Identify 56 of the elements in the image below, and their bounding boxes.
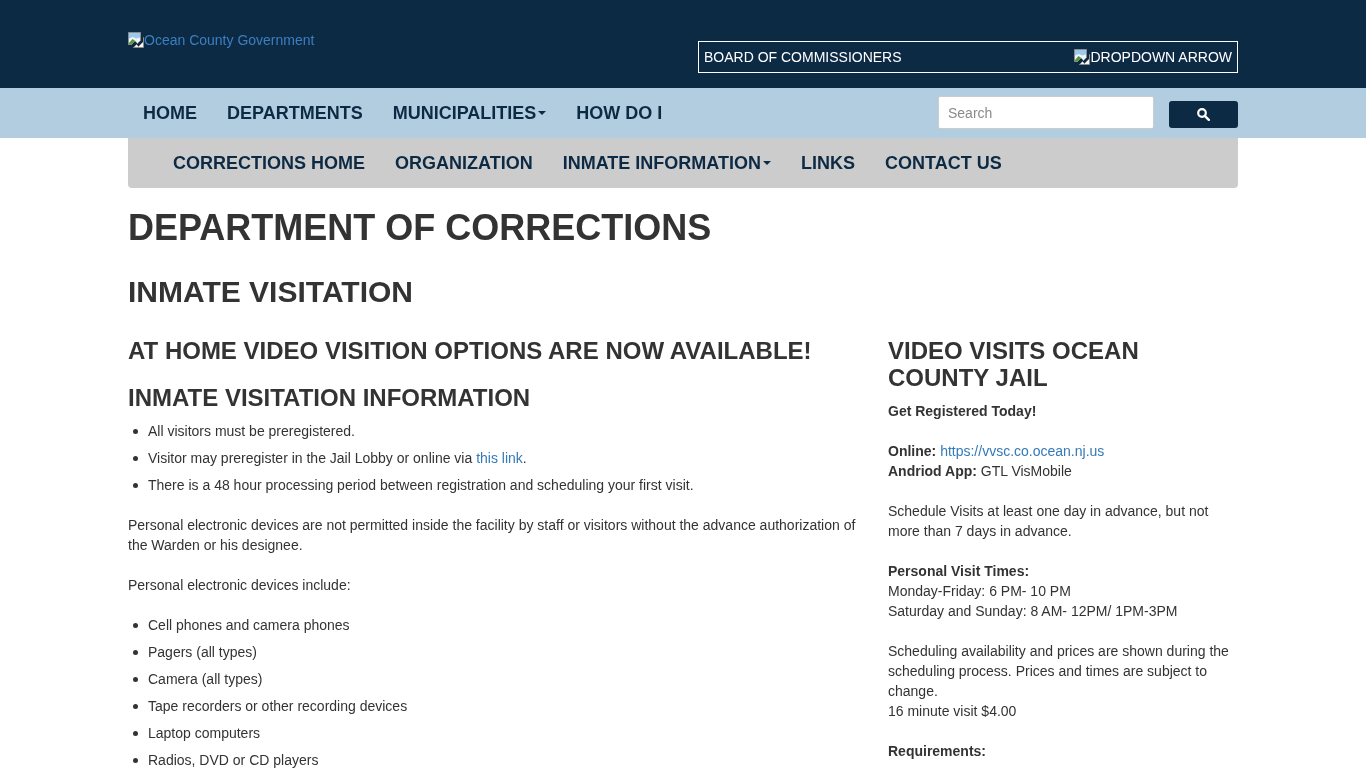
nav-link[interactable]: MUNICIPALITIES [377, 88, 562, 138]
list-item: Camera (all types) [148, 670, 263, 689]
info-text: 16 minute visit $4.00 [888, 702, 1018, 721]
bullet-icon [133, 677, 138, 682]
section-heading: AT HOME VIDEO VISITION OPTIONS ARE NOW AVAILABLE! [128, 337, 813, 364]
sidebar-heading: VIDEO VISITS OCEAN COUNTY JAIL [888, 337, 1140, 391]
image-alt-text: DROPDOWN ARROW [1090, 49, 1232, 65]
bullet-icon [133, 650, 138, 655]
bullet-icon [133, 704, 138, 709]
info-label: Requirements: [888, 742, 988, 761]
list-item: Visitor may preregister in the Jail Lobby or online via this link. [148, 449, 527, 468]
info-text: Andriod App: GTL VisMobile [888, 462, 1073, 481]
nav-link[interactable]: HOW DO I [561, 88, 678, 138]
list-item: Laptop computers [148, 724, 261, 743]
search-icon [1197, 107, 1210, 121]
search-field[interactable]: Search [938, 96, 1154, 129]
list-item: Radios, DVD or CD players [148, 751, 319, 768]
bullet-icon [133, 429, 138, 434]
list-item: Tape recorders or other recording devices [148, 697, 408, 716]
info-text: Online: https://vvsc.co.ocean.nj.us [888, 442, 1106, 461]
bullet-icon [133, 456, 138, 461]
caret-icon [538, 111, 547, 115]
bullet-icon [133, 483, 138, 488]
info-text: Scheduling availability and prices are shown during the scheduling process. Prices and times are subject to change. [888, 642, 1230, 701]
info-label: Personal Visit Times: [888, 562, 1031, 581]
broken-image-icon [128, 32, 144, 48]
list-item: All visitors must be preregistered. [148, 422, 355, 441]
paragraph: Personal electronic devices are not permitted inside the facility by staff or visitors without the advance authorization of the Warden or his designee. [128, 516, 857, 555]
section-heading: INMATE VISITATION INFORMATION [128, 384, 532, 411]
nav-link[interactable]: DEPARTMENTS [212, 88, 378, 138]
link[interactable]: https://vvsc.co.ocean.nj.us [940, 443, 1105, 459]
page-subtitle: INMATE VISITATION [128, 275, 414, 308]
nav-link[interactable]: HOME [128, 88, 212, 138]
info-text: Saturday and Sunday: 8 AM- 12PM/ 1PM-3PM [888, 602, 1179, 621]
bullet-icon [133, 623, 138, 628]
bullet-icon [133, 731, 138, 736]
link[interactable]: this link [476, 450, 523, 466]
bullet-icon [133, 758, 138, 763]
subnav-link[interactable]: ORGANIZATION [380, 138, 548, 188]
info-text: Schedule Visits at least one day in advance, but not more than 7 days in advance. [888, 502, 1210, 541]
info-label: Get Registered Today! [888, 402, 1038, 421]
list-item: There is a 48 hour processing period between registration and scheduling your first visit. [148, 476, 694, 495]
subnav-link[interactable]: CONTACT US [870, 138, 1017, 188]
logo-link[interactable]: Ocean County Government [128, 30, 315, 50]
subnav-link[interactable]: INMATE INFORMATION [547, 138, 786, 188]
board-dropdown[interactable]: BOARD OF COMMISSIONERS DROPDOWN ARROW [698, 41, 1238, 73]
info-text: Monday-Friday: 6 PM- 10 PM [888, 582, 1072, 601]
list-item: Cell phones and camera phones [148, 616, 350, 635]
broken-image-icon [1074, 49, 1091, 65]
subnav-link[interactable]: LINKS [786, 138, 870, 188]
page-title: DEPARTMENT OF CORRECTIONS [128, 208, 713, 248]
search-button[interactable] [1169, 100, 1238, 128]
caret-icon [763, 161, 771, 165]
paragraph: Personal electronic devices include: [128, 576, 352, 595]
list-item: Pagers (all types) [148, 643, 257, 662]
subnav-link[interactable]: CORRECTIONS HOME [158, 138, 380, 188]
